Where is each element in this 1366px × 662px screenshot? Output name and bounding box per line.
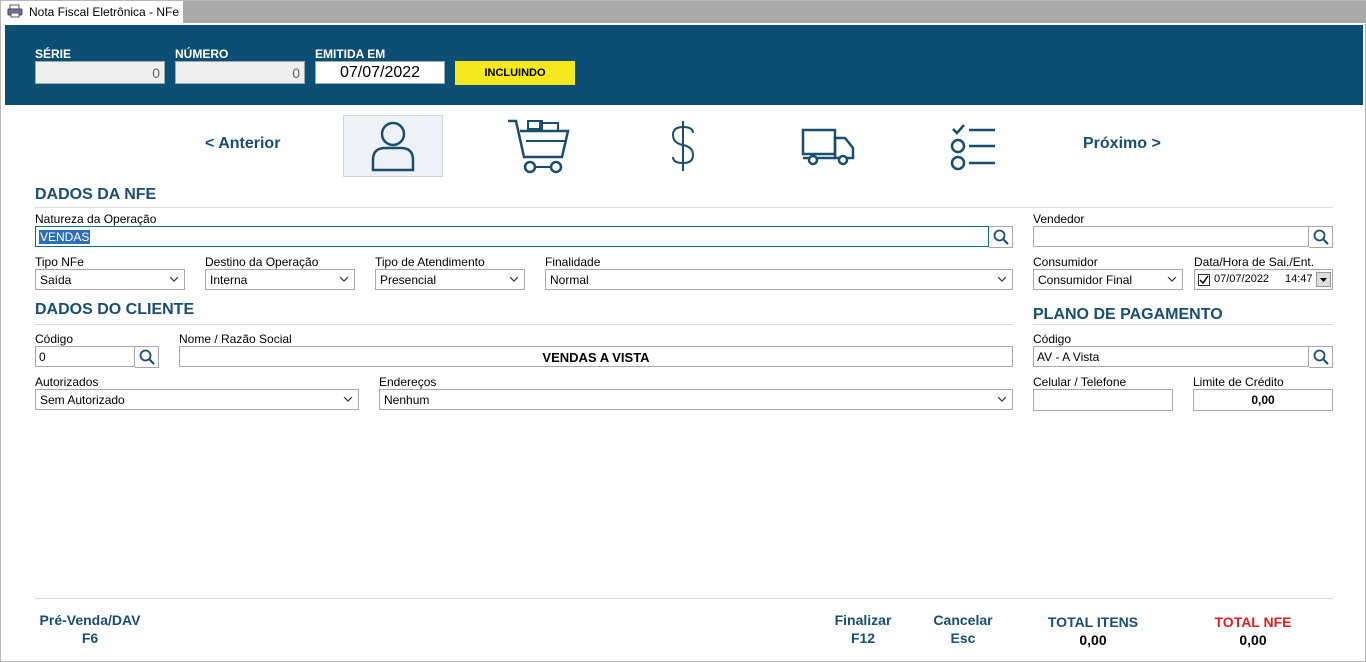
cliente-codigo-label: Código <box>35 332 74 346</box>
cliente-codigo-input[interactable]: 0 <box>35 346 135 367</box>
natureza-label: Natureza da Operação <box>35 212 157 226</box>
dados-nfe-heading: DADOS DA NFE <box>35 186 157 203</box>
datahora-picker[interactable]: 07/07/2022 14:47 <box>1194 269 1333 290</box>
chevron-down-icon <box>1167 276 1177 282</box>
celular-label: Celular / Telefone <box>1033 375 1127 389</box>
limite-input[interactable]: 0,00 <box>1193 389 1333 411</box>
natureza-search-button[interactable] <box>989 226 1013 248</box>
finalizar-shortcut: F12 <box>850 630 876 646</box>
step-transporte[interactable] <box>779 115 879 177</box>
cart-icon <box>508 119 570 174</box>
step-cliente[interactable] <box>343 115 443 177</box>
search-icon <box>139 349 155 365</box>
enderecos-select[interactable]: Nenhum <box>379 389 1013 410</box>
hora-value: 14:47 <box>1285 273 1313 285</box>
footer-divider <box>35 598 1333 599</box>
search-icon <box>993 229 1009 245</box>
celular-input[interactable] <box>1033 389 1173 411</box>
total-nfe-value: 0,00 <box>1239 632 1267 648</box>
finalizar-label: Finalizar <box>834 612 892 628</box>
numero-field[interactable]: 0 <box>175 61 305 84</box>
serie-label: SÉRIE <box>35 47 72 61</box>
next-button[interactable]: Próximo > <box>1083 135 1161 153</box>
dados-cliente-heading: DADOS DO CLIENTE <box>35 301 195 318</box>
consumidor-label: Consumidor <box>1033 255 1098 269</box>
vendedor-input[interactable] <box>1033 226 1309 247</box>
datahora-checkbox[interactable] <box>1198 274 1210 286</box>
divider <box>35 324 1013 325</box>
vendedor-search-button[interactable] <box>1309 226 1333 248</box>
window-tab[interactable]: Nota Fiscal Eletrônica - NFe <box>1 1 183 23</box>
natureza-input[interactable]: VENDAS <box>35 226 989 247</box>
header-panel: SÉRIE 0 NÚMERO 0 EMITIDA EM 07/07/2022 I… <box>5 25 1363 105</box>
atendimento-label: Tipo de Atendimento <box>375 255 485 269</box>
prevenda-button[interactable]: Pré-Venda/DAV F6 <box>35 611 145 647</box>
triangle-down-icon <box>1320 278 1327 282</box>
cliente-search-button[interactable] <box>135 346 159 368</box>
search-icon <box>1313 229 1329 245</box>
checklist-icon <box>950 124 995 171</box>
data-value: 07/07/2022 <box>1214 273 1270 285</box>
prevenda-label: Pré-Venda/DAV <box>39 612 141 628</box>
total-itens-label: TOTAL ITENS <box>1047 614 1139 630</box>
vendedor-label: Vendedor <box>1033 212 1085 226</box>
finalizar-button[interactable]: Finalizar F12 <box>827 611 899 647</box>
datahora-label: Data/Hora de Sai./Ent. <box>1194 255 1315 269</box>
prevenda-shortcut: F6 <box>81 630 99 646</box>
finalidade-label: Finalidade <box>545 255 601 269</box>
limite-label: Limite de Crédito <box>1193 375 1284 389</box>
destino-label: Destino da Operação <box>205 255 319 269</box>
pagamento-search-button[interactable] <box>1309 346 1333 368</box>
step-produtos[interactable] <box>489 115 589 177</box>
datahora-dropdown-button[interactable] <box>1316 272 1331 287</box>
autorizados-select[interactable]: Sem Autorizado <box>35 389 359 410</box>
title-bar: Nota Fiscal Eletrônica - NFe <box>1 1 1366 23</box>
pagamento-codigo-label: Código <box>1033 332 1072 346</box>
check-icon <box>1199 275 1209 285</box>
search-icon <box>1313 349 1329 365</box>
enderecos-label: Endereços <box>379 375 437 389</box>
destino-select[interactable]: Interna <box>205 269 355 290</box>
chevron-down-icon <box>997 396 1007 402</box>
cancelar-shortcut: Esc <box>950 630 976 646</box>
cancelar-label: Cancelar <box>933 612 993 628</box>
cancelar-button[interactable]: Cancelar Esc <box>925 611 1001 647</box>
total-nfe-label: TOTAL NFE <box>1214 614 1292 630</box>
truck-icon <box>801 128 855 166</box>
app-printer-icon <box>7 4 23 21</box>
total-itens-value: 0,00 <box>1079 632 1107 648</box>
serie-field[interactable]: 0 <box>35 61 165 84</box>
status-badge: INCLUINDO <box>455 61 575 85</box>
prev-button[interactable]: < Anterior <box>205 135 280 153</box>
atendimento-select[interactable]: Presencial <box>375 269 525 290</box>
finalidade-select[interactable]: Normal <box>545 269 1013 290</box>
divider <box>35 207 1333 208</box>
dollar-icon <box>671 121 695 171</box>
chevron-down-icon <box>997 276 1007 282</box>
nfe-window: Nota Fiscal Eletrônica - NFe SÉRIE 0 NÚM… <box>0 0 1366 662</box>
emitida-field[interactable]: 07/07/2022 <box>315 61 445 84</box>
chevron-down-icon <box>343 396 353 402</box>
nome-label: Nome / Razão Social <box>179 332 292 346</box>
step-pagamento[interactable] <box>633 115 733 177</box>
window-title: Nota Fiscal Eletrônica - NFe <box>29 5 180 19</box>
emitida-label: EMITIDA EM <box>315 47 386 61</box>
plano-pagamento-heading: PLANO DE PAGAMENTO <box>1033 306 1223 323</box>
chevron-down-icon <box>509 276 519 282</box>
tipo-nfe-label: Tipo NFe <box>35 255 84 269</box>
numero-label: NÚMERO <box>175 47 229 61</box>
pagamento-codigo-input[interactable]: AV - A Vista <box>1033 346 1309 367</box>
tipo-nfe-select[interactable]: Saída <box>35 269 185 290</box>
step-finalizar[interactable] <box>923 115 1023 177</box>
nome-input[interactable]: VENDAS A VISTA <box>179 346 1013 367</box>
chevron-down-icon <box>169 276 179 282</box>
user-icon <box>371 121 415 172</box>
consumidor-select[interactable]: Consumidor Final <box>1033 269 1183 290</box>
autorizados-label: Autorizados <box>35 375 99 389</box>
divider <box>1033 324 1333 325</box>
chevron-down-icon <box>339 276 349 282</box>
